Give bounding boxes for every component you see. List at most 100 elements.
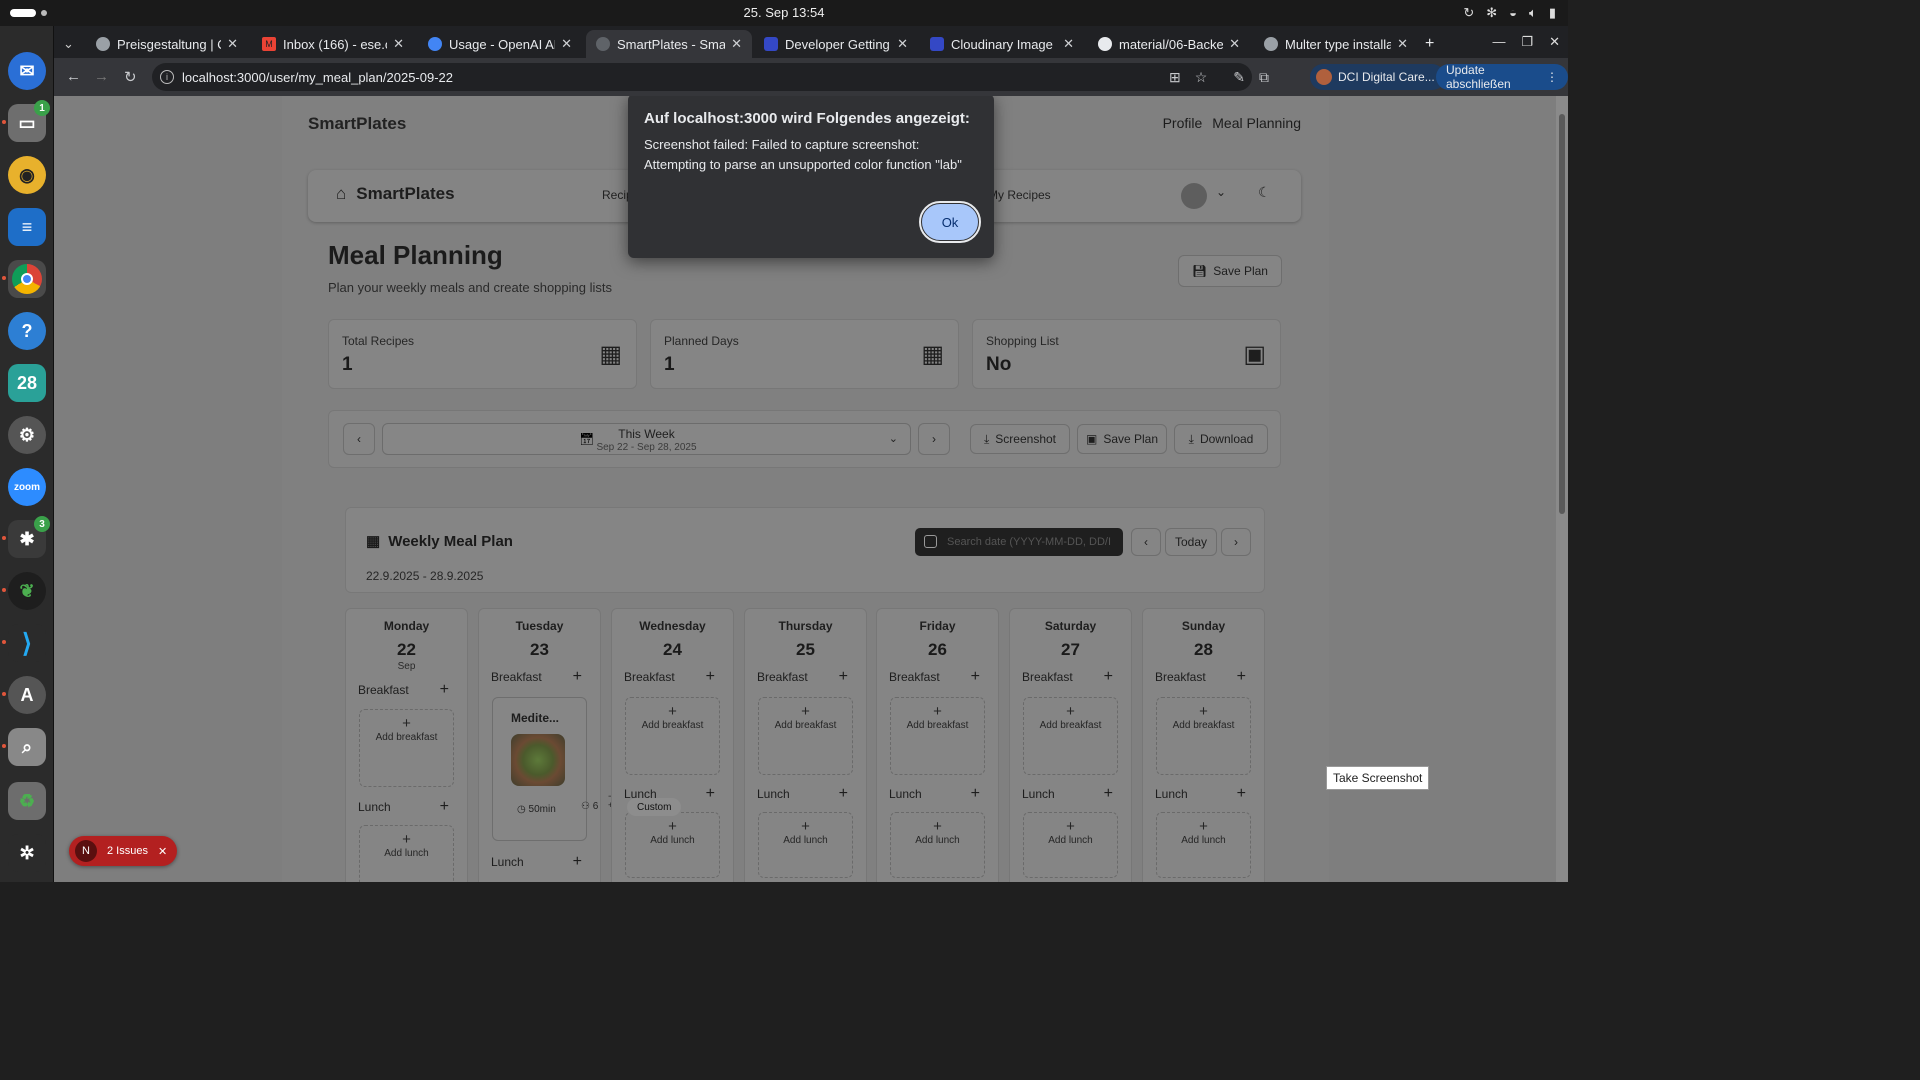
update-button[interactable]: Update abschließen ⋮ <box>1436 63 1568 91</box>
add-breakfast-plus-icon[interactable]: + <box>1237 668 1246 686</box>
scrollbar-thumb[interactable] <box>1559 114 1565 514</box>
custom-badge[interactable]: Custom <box>627 798 682 816</box>
url-bar[interactable]: i localhost:3000/user/my_meal_plan/2025-… <box>152 63 1252 91</box>
browser-tab[interactable]: material/06-Backen ✕ <box>1088 30 1250 58</box>
add-lunch-slot[interactable]: + Add lunch <box>359 825 454 882</box>
today-button[interactable]: Today <box>1165 528 1217 556</box>
close-icon[interactable]: ✕ <box>158 845 167 858</box>
tab-close-icon[interactable]: ✕ <box>731 36 742 52</box>
browser-tab[interactable]: Preisgestaltung | Op✕ <box>86 30 248 58</box>
add-lunch-slot[interactable]: + Add lunch <box>1023 812 1118 878</box>
add-lunch-slot[interactable]: + Add lunch <box>1156 812 1251 878</box>
browser-tab[interactable]: Usage - OpenAI API ✕ <box>418 30 582 58</box>
add-breakfast-plus-icon[interactable]: + <box>706 668 715 686</box>
site-brand[interactable]: SmartPlates <box>308 114 406 134</box>
sync-icon[interactable]: ↻ <box>1463 5 1474 21</box>
profile-link[interactable]: Profile <box>1163 115 1203 131</box>
issues-badge[interactable]: N 2 Issues ✕ <box>69 836 178 866</box>
page-scrollbar[interactable] <box>1556 96 1568 882</box>
close-window-icon[interactable]: ✕ <box>1549 34 1560 50</box>
add-breakfast-slot[interactable]: + Add breakfast <box>625 697 720 775</box>
download-button[interactable]: ⤓ Download <box>1174 424 1268 454</box>
prev-day-button[interactable]: ‹ <box>1131 528 1161 556</box>
slack-tray-icon[interactable]: ✻ <box>1486 5 1497 21</box>
chevron-down-icon[interactable]: ⌄ <box>1216 185 1226 199</box>
meal-planning-link[interactable]: Meal Planning <box>1212 115 1301 131</box>
mongodb-icon[interactable]: ❦ <box>8 572 46 610</box>
battery-icon[interactable]: ▮ <box>1549 5 1556 21</box>
chrome-icon[interactable] <box>8 260 46 298</box>
tab-close-icon[interactable]: ✕ <box>1229 36 1240 52</box>
rhythmbox-icon[interactable]: ◉ <box>8 156 46 194</box>
week-selector[interactable]: 📅︎ This Week Sep 22 - Sep 28, 2025 ⌄ <box>382 423 911 455</box>
trash-icon[interactable]: ♻ <box>8 782 46 820</box>
navbar-logo[interactable]: ⌂ SmartPlates <box>336 184 455 204</box>
add-lunch-plus-icon[interactable]: + <box>440 798 449 816</box>
tab-close-icon[interactable]: ✕ <box>561 36 572 52</box>
wifi-icon[interactable]: ◒ <box>1509 5 1517 21</box>
tab-close-icon[interactable]: ✕ <box>393 36 404 52</box>
help-icon[interactable]: ? <box>8 312 46 350</box>
prev-week-button[interactable]: ‹ <box>343 423 375 455</box>
add-lunch-plus-icon[interactable]: + <box>1237 785 1246 803</box>
back-icon[interactable]: ← <box>66 68 81 85</box>
pen-extension-icon[interactable]: ✎ <box>1233 69 1245 86</box>
add-breakfast-slot[interactable]: + Add breakfast <box>359 709 454 787</box>
translate-icon[interactable]: ⊞ <box>1169 69 1181 86</box>
more-menu-icon[interactable]: ⋮ <box>1546 70 1558 84</box>
reload-icon[interactable]: ↻ <box>124 68 137 86</box>
tab-close-icon[interactable]: ✕ <box>897 36 908 52</box>
bookmark-star-icon[interactable]: ☆ <box>1195 69 1208 86</box>
next-week-button[interactable]: › <box>918 423 950 455</box>
dark-mode-icon[interactable]: ☾ <box>1258 184 1271 201</box>
add-breakfast-slot[interactable]: + Add breakfast <box>890 697 985 775</box>
volume-icon[interactable]: 🔈︎ <box>1529 5 1537 21</box>
thunderbird-icon[interactable]: ✉ <box>8 52 46 90</box>
minimize-icon[interactable]: — <box>1492 34 1505 50</box>
save-plan-button[interactable]: 💾︎ Save Plan <box>1178 255 1282 287</box>
date-search-input[interactable]: Search date (YYYY-MM-DD, DD/I <box>915 528 1123 556</box>
add-breakfast-plus-icon[interactable]: + <box>1104 668 1113 686</box>
browser-tab[interactable]: Developer Getting S ✕ <box>754 30 918 58</box>
add-lunch-plus-icon[interactable]: + <box>1104 785 1113 803</box>
tab-close-icon[interactable]: ✕ <box>1397 36 1408 52</box>
calendar-app-icon[interactable]: 28 <box>8 364 46 402</box>
tab-search-button[interactable]: ⌄ <box>58 30 82 58</box>
add-lunch-slot[interactable]: + Add lunch <box>625 812 720 878</box>
maximize-icon[interactable]: ❐ <box>1521 34 1533 50</box>
new-tab-button[interactable]: + <box>1420 30 1444 58</box>
ubuntu-icon[interactable]: ✲ <box>8 834 46 872</box>
add-breakfast-slot[interactable]: + Add breakfast <box>1023 697 1118 775</box>
app-center-icon[interactable]: A <box>8 676 46 714</box>
browser-tab[interactable]: Cloudinary Image & ✕ <box>920 30 1084 58</box>
writer-icon[interactable]: ≡ <box>8 208 46 246</box>
site-info-icon[interactable]: i <box>160 70 174 84</box>
ok-button[interactable]: Ok <box>919 201 981 243</box>
nav-my-recipes[interactable]: My Recipes <box>988 188 1051 202</box>
add-lunch-plus-icon[interactable]: + <box>839 785 848 803</box>
add-lunch-plus-icon[interactable]: + <box>573 853 582 871</box>
add-lunch-slot[interactable]: + Add lunch <box>890 812 985 878</box>
add-breakfast-plus-icon[interactable]: + <box>839 668 848 686</box>
add-breakfast-slot[interactable]: + Add breakfast <box>1156 697 1251 775</box>
browser-tab[interactable]: Multer type installa ✕ <box>1254 30 1418 58</box>
add-breakfast-plus-icon[interactable]: + <box>440 681 449 699</box>
browser-tab[interactable]: M Inbox (166) - ese.os ✕ <box>252 30 414 58</box>
system-clock[interactable]: 25. Sep 13:54 <box>0 5 1568 20</box>
add-breakfast-plus-icon[interactable]: + <box>573 668 582 686</box>
tab-close-icon[interactable]: ✕ <box>1063 36 1074 52</box>
save-plan-button-secondary[interactable]: ▣ Save Plan <box>1077 424 1167 454</box>
add-breakfast-slot[interactable]: + Add breakfast <box>758 697 853 775</box>
settings-icon[interactable]: ⚙ <box>8 416 46 454</box>
user-avatar[interactable] <box>1181 183 1207 209</box>
screenshot-button[interactable]: ⤓ Screenshot <box>970 424 1070 454</box>
slack-icon[interactable]: 3 ✱ <box>8 516 50 558</box>
add-lunch-plus-icon[interactable]: + <box>706 785 715 803</box>
magnifier-icon[interactable]: ⌕ <box>8 728 46 766</box>
system-tray[interactable]: ↻ ✻ ◒ 🔈︎ ▮ <box>1463 5 1556 21</box>
add-breakfast-plus-icon[interactable]: + <box>971 668 980 686</box>
browser-tab-active[interactable]: SmartPlates - Smart ✕ <box>586 30 752 58</box>
tab-close-icon[interactable]: ✕ <box>227 36 238 52</box>
add-lunch-plus-icon[interactable]: + <box>971 785 980 803</box>
zoom-icon[interactable]: zoom <box>8 468 46 506</box>
